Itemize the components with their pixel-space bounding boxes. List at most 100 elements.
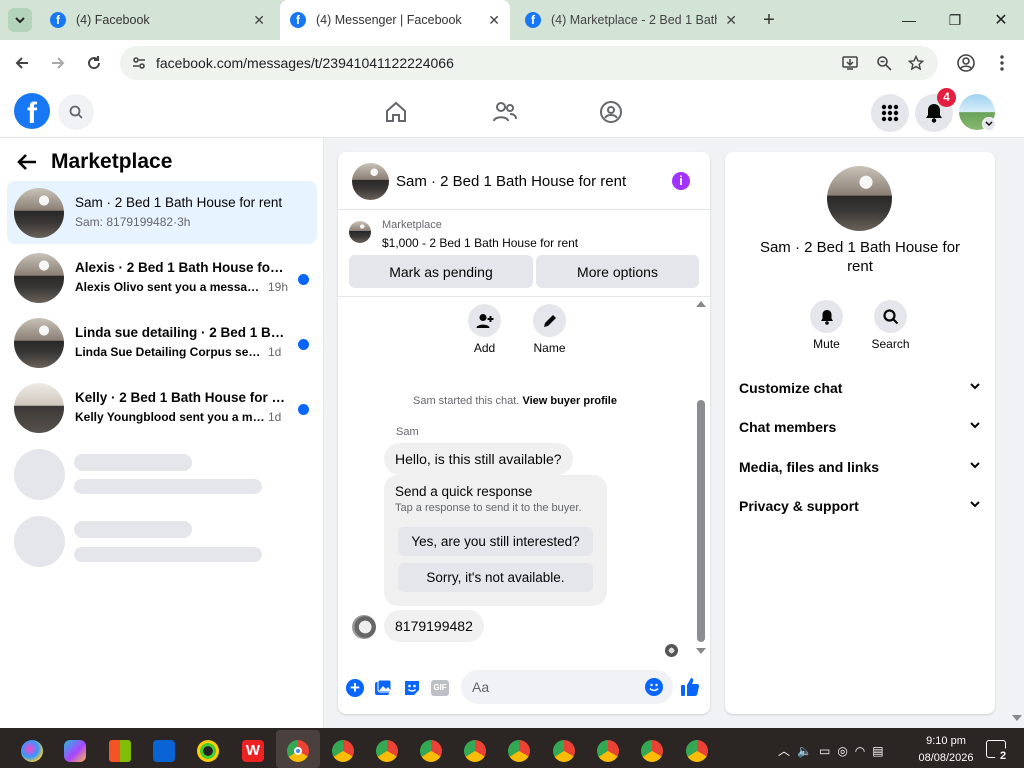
chrome-profile-icon[interactable] — [686, 740, 708, 762]
add-people-button[interactable] — [468, 304, 501, 337]
message-bubble[interactable]: 8179199482 — [384, 610, 484, 642]
customize-chat-section[interactable]: Customize chat — [739, 380, 981, 396]
details-name: Sam · 2 Bed 1 Bath House for rent — [759, 239, 961, 275]
new-tab-button[interactable]: + — [758, 8, 780, 32]
section-label: Privacy & support — [739, 498, 859, 514]
page-scroll-down-arrow[interactable] — [1012, 715, 1022, 721]
scroll-up-arrow[interactable] — [696, 301, 706, 307]
like-button[interactable] — [680, 677, 700, 700]
privacy-support-section[interactable]: Privacy & support — [739, 498, 981, 514]
install-app-icon[interactable] — [842, 55, 858, 71]
clock-date[interactable]: 08/08/2026 — [914, 752, 978, 764]
more-options-button[interactable]: More options — [536, 255, 699, 288]
close-tab-icon[interactable]: ✕ — [253, 12, 265, 29]
conversation-item[interactable]: Linda sue detailing · 2 Bed 1 Bath... Li… — [7, 311, 317, 374]
nav-groups[interactable] — [599, 100, 623, 127]
camera-icon[interactable]: ◎ — [837, 744, 854, 758]
more-actions-button[interactable]: + — [346, 679, 364, 697]
wifi-icon[interactable]: ◠ — [855, 744, 872, 758]
minimize-button[interactable]: — — [886, 0, 932, 40]
paint-app-icon[interactable] — [21, 740, 43, 762]
close-tab-icon[interactable]: ✕ — [488, 12, 500, 29]
conversation-item[interactable]: Sam · 2 Bed 1 Bath House for rent Sam: 8… — [7, 181, 317, 244]
back-button[interactable] — [7, 48, 37, 78]
details-avatar[interactable] — [827, 166, 892, 231]
chrome-profile-icon[interactable] — [553, 740, 575, 762]
address-bar[interactable]: facebook.com/messages/t/2394104112222406… — [120, 46, 938, 80]
tab-search-button[interactable] — [8, 8, 32, 32]
chat-members-section[interactable]: Chat members — [739, 419, 981, 435]
nav-home[interactable] — [384, 100, 408, 127]
back-arrow-button[interactable] — [16, 152, 38, 175]
search-button[interactable] — [58, 94, 94, 130]
volume-icon[interactable]: 🔈 — [797, 744, 819, 758]
mute-button[interactable] — [810, 300, 843, 333]
listing-title[interactable]: $1,000 - 2 Bed 1 Bath House for rent — [382, 236, 578, 250]
conversation-avatar — [14, 253, 64, 303]
media-files-links-section[interactable]: Media, files and links — [739, 459, 981, 475]
chrome-profile-icon[interactable] — [597, 740, 619, 762]
chrome-profile-icon[interactable] — [464, 740, 486, 762]
chat-header-avatar[interactable] — [352, 163, 389, 200]
keyboard-icon[interactable]: ▤ — [872, 744, 890, 758]
conversation-avatar — [14, 318, 64, 368]
gif-button[interactable]: GIF — [431, 680, 449, 696]
name-button[interactable] — [533, 304, 566, 337]
unread-dot — [298, 404, 309, 415]
facebook-header: f 4 — [0, 86, 1024, 138]
forward-button[interactable] — [43, 48, 73, 78]
search-in-chat-button[interactable] — [874, 300, 907, 333]
profile-button[interactable] — [951, 48, 981, 78]
scroll-down-arrow[interactable] — [696, 648, 706, 654]
clock-time[interactable]: 9:10 pm — [918, 735, 974, 747]
bookmark-star-icon[interactable] — [908, 55, 924, 71]
reload-icon — [88, 56, 101, 70]
battery-icon[interactable]: ▭ — [819, 744, 837, 758]
maximize-button[interactable]: ❐ — [932, 0, 978, 40]
show-hidden-icons-chevron-icon[interactable]: ︿ — [778, 744, 797, 758]
grid-menu-icon — [881, 104, 899, 122]
chrome-menu-button[interactable] — [987, 48, 1017, 78]
message-input[interactable]: Aa — [461, 670, 673, 704]
browser-tab[interactable]: f (4) Facebook ✕ — [40, 0, 275, 40]
section-label: Chat members — [739, 419, 837, 435]
account-chevron-down-icon[interactable] — [982, 117, 996, 131]
scrollbar-thumb[interactable] — [697, 400, 705, 642]
tray-icons[interactable]: ︿🔈▭◎◠▤ — [778, 742, 891, 759]
window-close-button[interactable]: ✕ — [978, 0, 1024, 40]
sticker-button[interactable] — [403, 679, 421, 700]
chrome-profile-icon[interactable] — [332, 740, 354, 762]
zoom-icon[interactable] — [876, 55, 892, 71]
photo-icon — [375, 679, 392, 695]
wps-office-icon[interactable]: W — [242, 740, 264, 762]
conversation-name: Kelly · 2 Bed 1 Bath House for rent — [75, 390, 287, 405]
conversation-item[interactable]: Alexis · 2 Bed 1 Bath House for r... Ale… — [7, 246, 317, 309]
emoji-button[interactable] — [645, 678, 663, 696]
message-bubble[interactable]: Hello, is this still available? — [384, 443, 573, 475]
conversation-item[interactable]: Kelly · 2 Bed 1 Bath House for rent Kell… — [7, 376, 317, 439]
quick-response-yes-button[interactable]: Yes, are you still interested? — [398, 527, 593, 556]
mail-app-icon[interactable] — [153, 740, 175, 762]
nav-friends[interactable] — [492, 100, 518, 127]
chat-title[interactable]: Sam · 2 Bed 1 Bath House for rent — [396, 173, 626, 190]
menu-button[interactable] — [871, 94, 909, 132]
chrome-profile-icon[interactable] — [508, 740, 530, 762]
listing-thumbnail[interactable] — [349, 221, 371, 243]
facebook-logo[interactable]: f — [14, 93, 50, 129]
browser-tab[interactable]: f (4) Marketplace - 2 Bed 1 Bath H ✕ — [515, 0, 747, 40]
info-button[interactable]: i — [672, 172, 690, 190]
store-icon[interactable] — [109, 740, 131, 762]
view-buyer-profile-link[interactable]: View buyer profile — [522, 395, 617, 407]
attach-photo-button[interactable] — [374, 679, 392, 700]
browser-tab-active[interactable]: f (4) Messenger | Facebook ✕ — [280, 0, 510, 40]
chrome-profile-icon[interactable] — [420, 740, 442, 762]
chrome-profile-icon[interactable] — [641, 740, 663, 762]
chrome-profile-icon[interactable] — [376, 740, 398, 762]
reload-button[interactable] — [79, 48, 109, 78]
site-settings-icon[interactable] — [132, 56, 146, 70]
mark-as-pending-button[interactable]: Mark as pending — [349, 255, 533, 288]
copilot-icon[interactable] — [64, 740, 86, 762]
close-tab-icon[interactable]: ✕ — [725, 12, 737, 29]
quick-response-no-button[interactable]: Sorry, it's not available. — [398, 563, 593, 592]
xbox-app-icon[interactable] — [197, 740, 219, 762]
